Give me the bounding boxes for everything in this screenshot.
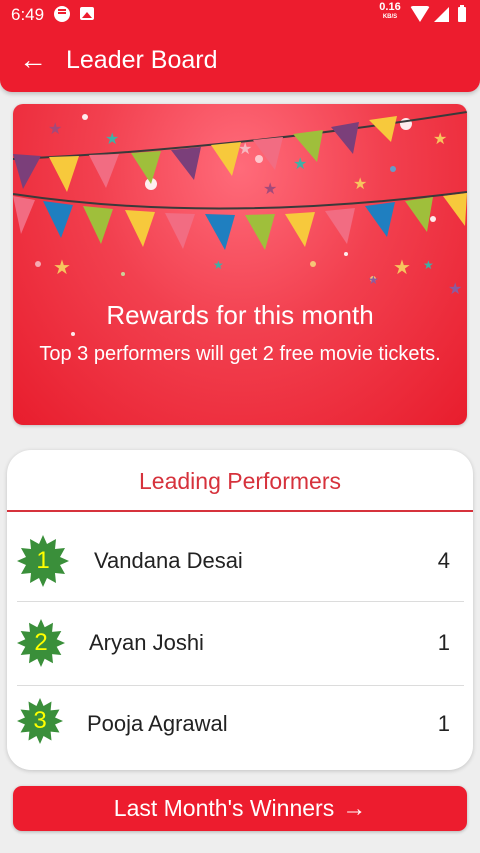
svg-text:★: ★ bbox=[53, 255, 71, 279]
performer-score: 4 bbox=[437, 548, 450, 573]
last-months-winners-button[interactable]: Last Month's Winners → bbox=[13, 786, 467, 831]
leaderboard-divider bbox=[7, 510, 473, 512]
svg-text:★: ★ bbox=[48, 119, 62, 138]
svg-text:★: ★ bbox=[293, 154, 307, 173]
leaderboard-card: Leading Performers 1 Vandana Desai 4 2 A… bbox=[7, 450, 473, 770]
rank-number: 3 bbox=[33, 707, 47, 734]
winners-button-label: Last Month's Winners bbox=[113, 795, 335, 821]
leaderboard-row: 3 Pooja Agrawal 1 bbox=[17, 686, 464, 768]
rank-number: 2 bbox=[34, 629, 48, 656]
page-title: Leader Board bbox=[66, 46, 218, 74]
message-icon bbox=[54, 6, 70, 22]
signal-icon bbox=[434, 7, 449, 22]
rewards-banner: ★ ★ ★ ★ ★ ★ ★ ★ ★ ★ ★ ★ ★ Rewards for th… bbox=[13, 104, 467, 425]
rewards-title: Rewards for this month bbox=[106, 300, 374, 330]
performer-name: Aryan Joshi bbox=[89, 630, 204, 655]
svg-text:★: ★ bbox=[448, 279, 462, 298]
status-time: 6:49 bbox=[11, 5, 45, 24]
svg-text:★: ★ bbox=[368, 273, 379, 287]
battery-icon bbox=[458, 5, 466, 22]
svg-text:★: ★ bbox=[213, 258, 224, 272]
top-bar: 6:49 0.16 KB/S ← Leader Board bbox=[0, 0, 480, 92]
wifi-icon bbox=[410, 6, 430, 22]
rewards-subtitle: Top 3 performers will get 2 free movie t… bbox=[39, 343, 441, 365]
row-separator bbox=[17, 601, 464, 602]
status-bar: 6:49 0.16 KB/S bbox=[0, 0, 480, 30]
performer-name: Pooja Agrawal bbox=[87, 711, 228, 736]
leaderboard-row: 1 Vandana Desai 4 bbox=[17, 520, 464, 602]
svg-text:★: ★ bbox=[353, 174, 367, 193]
svg-text:★: ★ bbox=[393, 255, 411, 279]
network-speed: 0.16 KB/S bbox=[376, 2, 404, 21]
performer-name: Vandana Desai bbox=[94, 548, 243, 573]
network-speed-unit: KB/S bbox=[382, 14, 398, 20]
image-icon bbox=[80, 7, 94, 20]
svg-text:★: ★ bbox=[263, 179, 277, 198]
network-speed-value: 0.16 bbox=[379, 1, 401, 13]
performer-score: 1 bbox=[437, 630, 450, 655]
arrow-right-icon: → bbox=[342, 795, 367, 822]
bunting-decoration: ★ ★ ★ ★ ★ ★ ★ ★ ★ ★ ★ ★ ★ bbox=[13, 111, 467, 336]
rank-number: 1 bbox=[36, 547, 50, 574]
arrow-left-icon[interactable]: ← bbox=[18, 46, 48, 76]
performer-score: 1 bbox=[437, 711, 450, 736]
leaderboard-row: 2 Aryan Joshi 1 bbox=[17, 604, 464, 686]
svg-text:★: ★ bbox=[433, 129, 447, 148]
svg-text:★: ★ bbox=[423, 258, 434, 272]
svg-text:★: ★ bbox=[105, 129, 119, 148]
leaderboard-title: Leading Performers bbox=[139, 468, 341, 494]
